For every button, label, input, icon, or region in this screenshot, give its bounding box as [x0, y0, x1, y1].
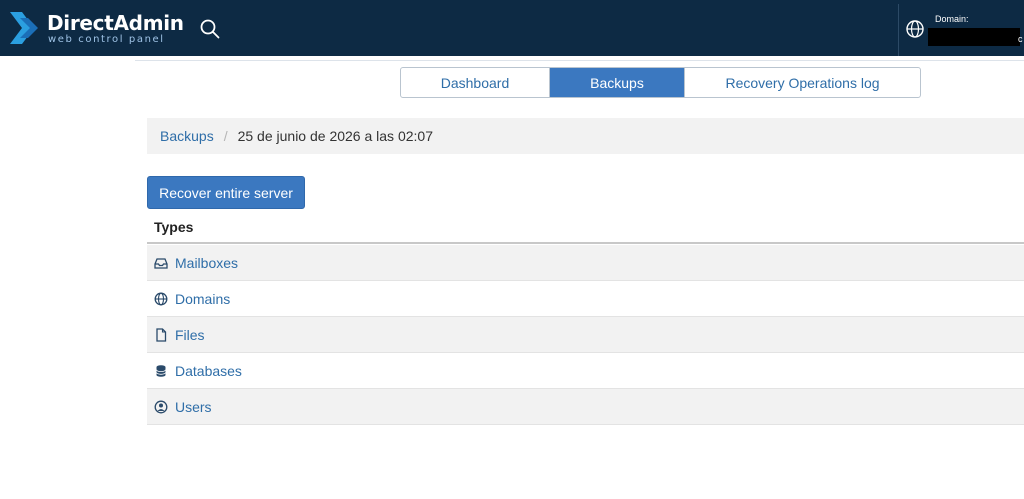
type-row-files[interactable]: Files — [147, 317, 1024, 353]
user-circle-icon — [154, 400, 168, 413]
breadcrumb: Backups / 25 de junio de 2026 a las 02:0… — [147, 118, 1024, 154]
domain-value-redacted[interactable] — [928, 28, 1020, 46]
type-label: Users — [175, 398, 212, 415]
breadcrumb-separator: / — [223, 128, 228, 144]
type-row-domains[interactable]: Domains — [147, 281, 1024, 317]
domain-label: Domain: — [935, 14, 969, 24]
type-row-mailboxes[interactable]: Mailboxes — [147, 245, 1024, 281]
backup-tabs: Dashboard Backups Recovery Operations lo… — [400, 67, 921, 98]
tab-backups[interactable]: Backups — [550, 68, 685, 97]
topbar-divider — [898, 4, 899, 56]
file-icon — [156, 327, 167, 342]
recover-entire-server-button[interactable]: Recover entire server — [147, 176, 305, 209]
top-bar: DirectAdmin web control panel Domain: c — [0, 0, 1024, 56]
domain-value-tail: c — [1018, 34, 1023, 44]
search-icon[interactable] — [199, 18, 221, 40]
globe-icon — [154, 292, 168, 305]
tab-recovery-operations-log[interactable]: Recovery Operations log — [685, 68, 920, 97]
type-row-users[interactable]: Users — [147, 389, 1024, 425]
content-divider — [135, 60, 1024, 61]
type-row-databases[interactable]: Databases — [147, 353, 1024, 389]
type-label: Mailboxes — [175, 254, 239, 271]
brand-name: DirectAdmin — [47, 11, 184, 35]
types-header: Types — [147, 212, 1024, 244]
type-label: Databases — [175, 362, 242, 379]
types-list: Mailboxes Domains Files Databases Users — [147, 245, 1024, 425]
breadcrumb-current: 25 de junio de 2026 a las 02:07 — [237, 128, 433, 144]
directadmin-logo[interactable] — [8, 10, 42, 46]
globe-icon[interactable] — [905, 19, 925, 39]
type-label: Domains — [175, 290, 231, 307]
inbox-icon — [154, 257, 168, 269]
brand-tagline: web control panel — [48, 34, 165, 45]
type-label: Files — [175, 326, 205, 343]
tab-dashboard[interactable]: Dashboard — [401, 68, 550, 97]
breadcrumb-backups-link[interactable]: Backups — [160, 128, 214, 144]
database-icon — [156, 364, 166, 377]
